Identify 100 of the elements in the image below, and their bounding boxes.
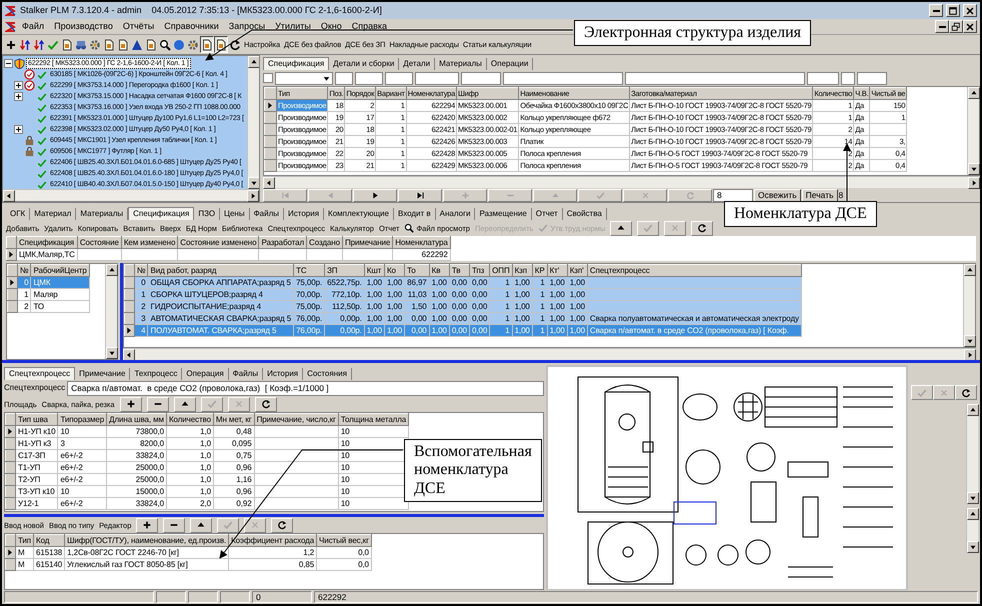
tab[interactable]: Свойства [562, 208, 607, 220]
checkbox[interactable] [263, 73, 273, 83]
table-row[interactable]: 0 ОБЩАЯ СБОРКА АППАРАТА;разряд 5 75,00р. 6522,75р. 1,00 1,00 86,97 1,00 0,00 0,00 1 1,00 1 1,00 1,00 [124, 276, 802, 288]
close-button[interactable] [963, 4, 977, 17]
table-row[interactable]: 3 АВТОМАТИЧЕСКАЯ СВАРКА;разряд 5 76,00р. 0,00р. 1,00 1,00 0,00 1,00 0,00 0,00 1 1,00 1 1,00 1,00 Сварка полуавтоматическая и автоматическая электроду [124, 312, 802, 324]
scrollbar[interactable] [123, 348, 976, 360]
tab[interactable]: История [263, 368, 304, 380]
column-header[interactable]: Тип [16, 534, 34, 546]
row-indicator[interactable] [124, 324, 134, 336]
column-header[interactable]: Состояние изменено [178, 236, 259, 248]
toolbar-button[interactable] [200, 36, 214, 53]
tab[interactable]: Техпроцесс [130, 368, 182, 380]
scrollbar[interactable] [247, 56, 259, 189]
column-header[interactable]: Тпз [470, 264, 490, 276]
row-indicator[interactable] [6, 248, 16, 260]
filter-field[interactable] [841, 72, 855, 84]
tab[interactable]: Состояния [303, 368, 352, 380]
column-header[interactable]: Мн мет, кг [213, 414, 254, 426]
filter-field[interactable] [461, 72, 501, 84]
scrollbar[interactable] [263, 176, 980, 188]
column-header[interactable]: Спецификация [16, 236, 78, 248]
navigator-button[interactable] [353, 188, 397, 202]
menu-item[interactable]: Запросы [224, 21, 270, 32]
filter-field[interactable] [385, 72, 413, 84]
menu-item[interactable]: Окно [316, 21, 347, 32]
column-header[interactable]: ТС [294, 264, 325, 276]
column-header[interactable]: Разработал [258, 236, 307, 248]
navigator-button[interactable] [398, 188, 442, 202]
menu-item[interactable]: Справочники [159, 21, 224, 32]
column-header[interactable]: Кем изменено [121, 236, 178, 248]
print-button[interactable]: Печать [802, 188, 838, 202]
refresh-button[interactable]: Освежить [754, 188, 801, 202]
filter-field[interactable] [503, 72, 623, 84]
scrollbar[interactable] [963, 264, 975, 347]
column-header[interactable]: Кзп [512, 264, 532, 276]
column-header[interactable]: РабочийЦентр [30, 264, 90, 276]
tab[interactable]: Размещение [475, 208, 532, 220]
menu-item[interactable]: Утилиты [270, 21, 316, 32]
row-indicator[interactable] [264, 100, 276, 112]
tab[interactable]: Детали и сборки [329, 58, 400, 70]
filter-field[interactable] [415, 72, 459, 84]
tab[interactable]: Комплектующие [324, 208, 394, 220]
column-header[interactable]: № [134, 264, 148, 276]
scrollbar[interactable] [967, 87, 979, 175]
menu-item[interactable]: Файл [17, 21, 50, 32]
column-header[interactable]: Создано [306, 236, 342, 248]
column-header[interactable]: Ко [384, 264, 405, 276]
tab[interactable]: Спецификация [128, 207, 194, 220]
minimize-button[interactable] [929, 4, 943, 17]
column-header[interactable]: Кт' [547, 264, 568, 276]
row-indicator[interactable] [6, 546, 16, 558]
filter-field[interactable] [807, 72, 839, 84]
maximize-button[interactable] [946, 4, 960, 17]
process-field[interactable]: Сварка п/автомат. в среде СО2 (проволока,газ) [ Коэф.=1/1000 ] [67, 380, 544, 396]
column-header[interactable]: Код [34, 534, 65, 546]
tab[interactable]: Материалы [435, 58, 487, 70]
record-field[interactable]: 8 [713, 188, 753, 202]
column-header[interactable]: Кзп' [567, 264, 588, 276]
filter-field[interactable] [355, 72, 383, 84]
menu-item[interactable]: Производство [49, 21, 118, 32]
filter-field[interactable] [857, 72, 887, 84]
tab[interactable]: Файлы [228, 368, 264, 380]
tab[interactable]: Детали [399, 58, 436, 70]
column-header[interactable]: Примечание, число,кг [254, 414, 338, 426]
tab[interactable]: Аналоги [436, 208, 476, 220]
column-header[interactable]: Спецтехпроцесс [587, 264, 802, 276]
column-header[interactable]: Типоразмер [58, 414, 107, 426]
tab[interactable]: ПЗО [194, 208, 220, 220]
tab[interactable]: Операции [486, 58, 534, 70]
tab[interactable]: История [284, 208, 324, 220]
column-header[interactable]: Количество [166, 414, 214, 426]
scrollbar[interactable] [105, 264, 117, 359]
tab[interactable]: Файлы [250, 208, 284, 220]
column-header[interactable]: То [404, 264, 430, 276]
menu-item[interactable]: Отчёты [118, 21, 160, 32]
tab[interactable]: Отчет [532, 208, 563, 220]
table-row[interactable]: 1 СБОРКА ШТУЦЕРОВ;разряд 4 70,00р. 772,10р. 1,00 1,00 11,03 1,00 0,00 0,00 1 1,00 1 1,00 1,00 [124, 288, 802, 300]
column-header[interactable]: Вид работ, разряд [148, 264, 294, 276]
restore-button[interactable] [949, 20, 963, 33]
scrollbar[interactable] [3, 189, 259, 201]
column-header[interactable]: Тип шва [16, 414, 58, 426]
tab[interactable]: Спецтехпроцесс [4, 367, 76, 380]
dropdown[interactable] [275, 72, 333, 84]
menu-item[interactable]: Справка [346, 21, 392, 32]
tab[interactable]: Цены [220, 208, 250, 220]
row-indicator[interactable] [8, 276, 18, 288]
close-button[interactable] [963, 20, 977, 33]
filter-field[interactable] [335, 72, 353, 84]
minimize-button[interactable] [935, 20, 949, 33]
column-header[interactable]: Длина шва, мм [106, 414, 166, 426]
column-header[interactable]: Кв [429, 264, 450, 276]
column-header[interactable]: № [18, 264, 31, 276]
column-header[interactable]: Кшт [364, 264, 384, 276]
table-row[interactable]: 2 ГИДРОИСПЫТАНИЕ;разряд 4 75,00р. 112,50р. 1,00 1,00 1,50 1,00 0,00 0,00 1 1,00 1 1,00 1,00 [124, 300, 802, 312]
scrollbar[interactable] [966, 404, 978, 504]
column-header[interactable]: Номенклатура [392, 236, 450, 248]
column-header[interactable]: Чистый вес,кг [316, 534, 372, 546]
toolbar-button[interactable] [214, 36, 228, 53]
column-header[interactable]: Примечание [342, 236, 393, 248]
scrollbar[interactable] [966, 508, 978, 553]
